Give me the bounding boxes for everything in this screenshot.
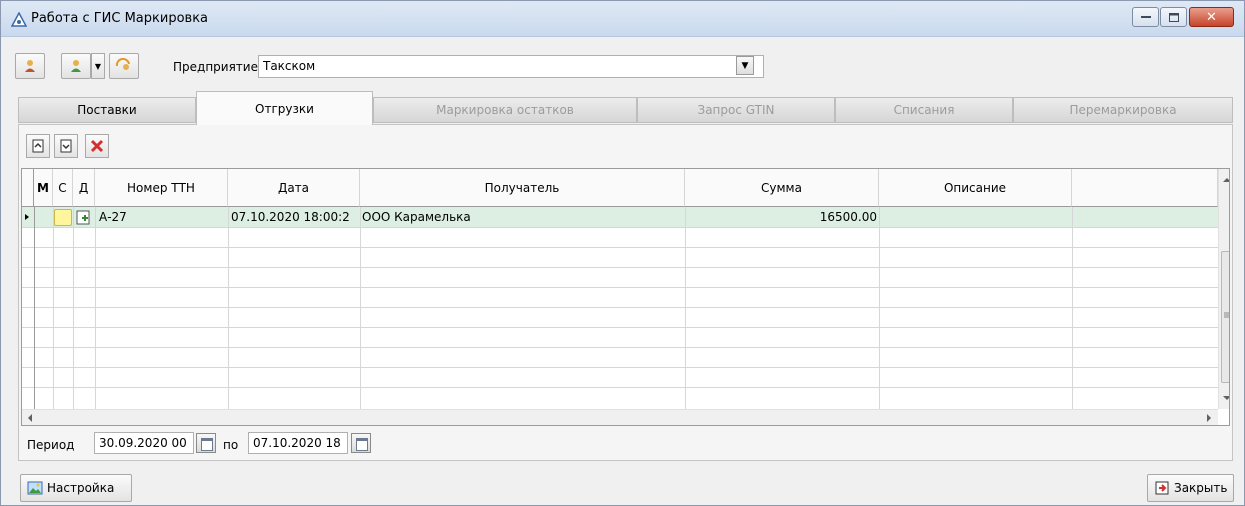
column-divider — [95, 207, 96, 409]
table-row[interactable]: А-27 07.10.2020 18:00:2 ООО Карамелька 1… — [22, 207, 1221, 227]
enterprise-dropdown-button[interactable]: ▼ — [736, 56, 754, 75]
cell-date: 07.10.2020 18:00:2 — [231, 210, 350, 224]
title-bar: Работа с ГИС Маркировка ✕ — [1, 1, 1244, 37]
chevron-down-icon: ▼ — [741, 60, 749, 71]
row-divider — [22, 267, 1218, 268]
current-row-indicator-icon — [25, 214, 29, 220]
app-icon — [11, 12, 27, 27]
column-divider — [685, 207, 686, 409]
column-divider — [360, 207, 361, 409]
close-label: Закрыть — [1174, 481, 1228, 495]
scroll-up-icon — [1223, 178, 1229, 182]
tab-gtin-request[interactable]: Запрос GTIN — [637, 97, 835, 123]
period-to-input[interactable]: 07.10.2020 18 — [248, 432, 348, 454]
row-divider — [22, 307, 1218, 308]
upload-button[interactable] — [61, 53, 91, 79]
row-indicator-header — [22, 169, 34, 207]
delete-button[interactable] — [85, 134, 109, 158]
period-to-label: по — [223, 438, 239, 452]
column-header-c[interactable]: С — [53, 169, 73, 207]
column-divider — [34, 207, 35, 409]
row-divider — [22, 247, 1218, 248]
horizontal-scrollbar[interactable] — [22, 409, 1218, 425]
minimize-button[interactable] — [1132, 7, 1159, 27]
scroll-down-icon — [1223, 396, 1229, 400]
open-document-button[interactable] — [26, 134, 50, 158]
refresh-button[interactable] — [109, 53, 139, 79]
column-header-receiver[interactable]: Получатель — [360, 169, 685, 207]
enterprise-label: Предприятие — [173, 60, 258, 74]
vertical-scroll-thumb[interactable] — [1221, 251, 1229, 383]
tab-label: Перемаркировка — [1069, 103, 1177, 117]
download-button[interactable] — [15, 53, 45, 79]
tab-label: Поставки — [77, 103, 137, 117]
row-divider — [22, 387, 1218, 388]
download-person-icon — [25, 60, 35, 72]
save-document-icon — [60, 139, 72, 153]
status-yellow-indicator — [54, 209, 72, 226]
maximize-icon — [1168, 12, 1179, 22]
cell-ttn: А-27 — [99, 210, 127, 224]
column-header-sum[interactable]: Сумма — [685, 169, 879, 207]
scroll-left-icon — [28, 414, 32, 422]
column-header-d[interactable]: Д — [73, 169, 95, 207]
column-divider — [228, 207, 229, 409]
row-divider — [22, 327, 1218, 328]
period-label: Период — [27, 438, 75, 452]
tab-remains-marking[interactable]: Маркировка остатков — [373, 97, 637, 123]
cell-receiver: ООО Карамелька — [362, 210, 471, 224]
row-divider — [22, 367, 1218, 368]
column-header-m[interactable]: М — [34, 169, 53, 207]
close-icon: ✕ — [1206, 9, 1217, 25]
row-divider — [22, 227, 1218, 228]
exit-icon — [1155, 481, 1169, 495]
row-divider — [22, 287, 1218, 288]
shipments-grid: М С Д Номер ТТН Дата Получатель Сумма Оп… — [21, 168, 1230, 426]
grip-icon — [1224, 312, 1229, 318]
settings-image-icon — [27, 481, 43, 495]
scroll-right-icon — [1207, 414, 1211, 422]
upload-dropdown-button[interactable]: ▼ — [91, 53, 105, 79]
column-header-empty — [1072, 169, 1218, 207]
maximize-button[interactable] — [1160, 7, 1187, 27]
column-header-ttn[interactable]: Номер ТТН — [95, 169, 228, 207]
minimize-icon — [1140, 16, 1151, 18]
close-window-button[interactable]: ✕ — [1189, 7, 1234, 27]
tab-write-offs[interactable]: Списания — [835, 97, 1013, 123]
vertical-scrollbar[interactable] — [1218, 169, 1229, 409]
upload-person-icon — [71, 60, 81, 72]
tab-label: Списания — [893, 103, 955, 117]
close-button[interactable]: Закрыть — [1147, 474, 1234, 502]
refresh-person-icon — [115, 58, 130, 70]
tab-remarking[interactable]: Перемаркировка — [1013, 97, 1233, 123]
save-document-button[interactable] — [54, 134, 78, 158]
calendar-from-button[interactable] — [196, 433, 216, 453]
row-divider — [22, 347, 1218, 348]
tab-shipments[interactable]: Отгрузки — [196, 91, 373, 125]
window-title: Работа с ГИС Маркировка — [31, 11, 209, 26]
column-header-description[interactable]: Описание — [879, 169, 1072, 207]
column-divider — [879, 207, 880, 409]
column-header-date[interactable]: Дата — [228, 169, 360, 207]
open-document-icon — [32, 139, 44, 153]
document-add-icon — [76, 210, 90, 225]
tab-label: Маркировка остатков — [436, 103, 574, 117]
settings-button[interactable]: Настройка — [20, 474, 132, 502]
cell-sum: 16500.00 — [819, 210, 877, 224]
column-divider — [1072, 207, 1073, 409]
settings-label: Настройка — [47, 481, 115, 495]
tab-bar: Поставки Отгрузки Маркировка остатков За… — [18, 91, 1233, 125]
tab-supplies[interactable]: Поставки — [18, 97, 196, 123]
tab-label: Запрос GTIN — [697, 103, 775, 117]
delete-x-icon — [90, 139, 104, 153]
tab-label: Отгрузки — [255, 101, 314, 116]
chevron-down-icon: ▼ — [94, 61, 102, 71]
period-from-input[interactable]: 30.09.2020 00 — [94, 432, 194, 454]
column-divider — [53, 207, 54, 409]
enterprise-select[interactable]: Такском — [258, 55, 764, 78]
main-window: Работа с ГИС Маркировка ✕ ▼ Предприятие … — [0, 0, 1245, 506]
calendar-to-button[interactable] — [351, 433, 371, 453]
column-divider — [73, 207, 74, 409]
